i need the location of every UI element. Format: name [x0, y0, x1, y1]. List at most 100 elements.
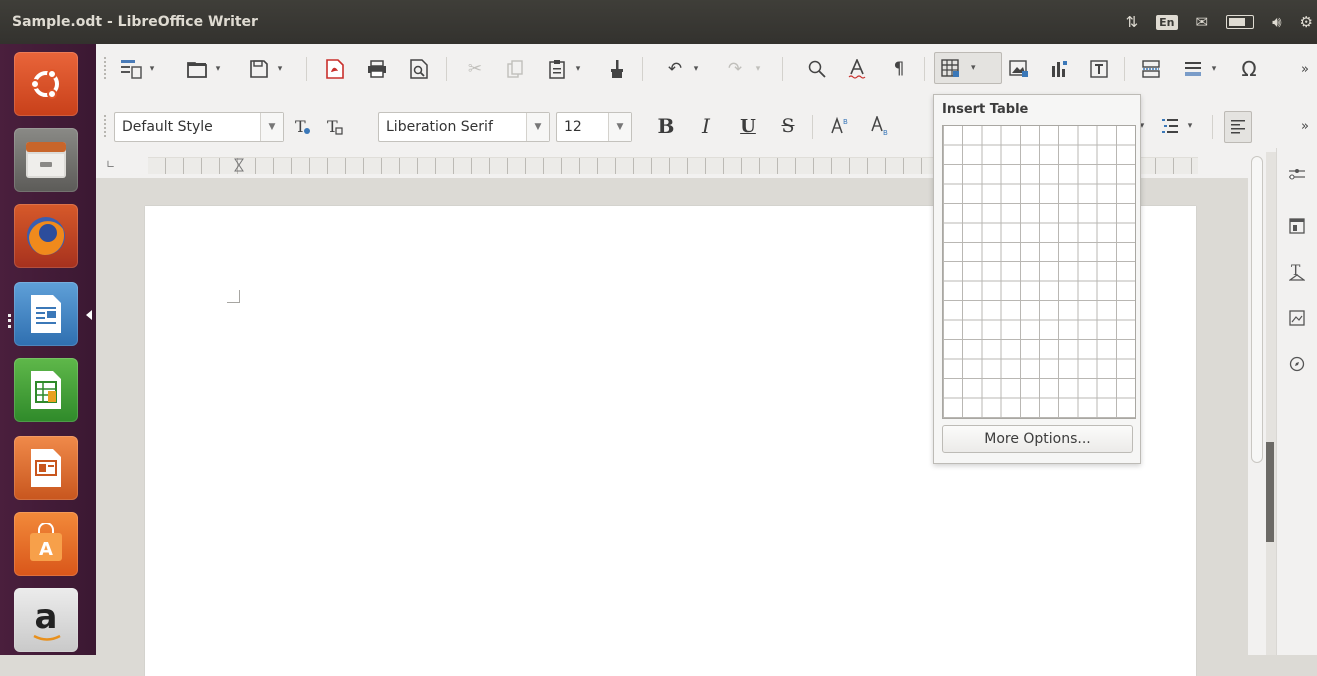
print-preview-icon[interactable]	[406, 54, 432, 84]
font-name-combo[interactable]: Liberation Serif ▼	[378, 112, 550, 142]
focused-indicator	[86, 310, 92, 320]
amazon-icon[interactable]: a	[14, 588, 78, 652]
italic-icon[interactable]: I	[692, 111, 720, 141]
chevron-down-icon[interactable]: ▼	[526, 113, 549, 141]
redo-dropdown-arrow[interactable]: ▾	[752, 54, 764, 84]
insert-table-title: Insert Table	[942, 102, 1029, 117]
spelling-icon[interactable]	[844, 54, 870, 84]
undo-dropdown-arrow[interactable]: ▾	[690, 54, 702, 84]
underline-icon[interactable]: U	[734, 111, 762, 141]
table-size-grid[interactable]	[942, 125, 1136, 419]
font-size-combo[interactable]: 12 ▼	[556, 112, 632, 142]
font-name-value: Liberation Serif	[386, 119, 493, 135]
gallery-deck-icon[interactable]	[1283, 304, 1311, 332]
list-style-icon[interactable]	[1156, 111, 1184, 141]
vertical-scrollbar[interactable]	[1248, 152, 1266, 655]
amazon-logo-letter: a	[34, 597, 58, 637]
battery-icon[interactable]	[1226, 15, 1255, 29]
superscript-icon[interactable]: B	[826, 111, 854, 141]
toolbar-separator	[642, 57, 643, 81]
text-boundary-corner	[227, 290, 240, 303]
insert-chart-icon[interactable]	[1046, 54, 1072, 84]
toolbar-overflow-icon[interactable]: »	[1292, 54, 1317, 84]
navigator-deck-icon[interactable]	[1283, 350, 1311, 378]
window-title: Sample.odt - LibreOffice Writer	[12, 14, 258, 30]
sidebar-collapse-handle[interactable]	[1266, 442, 1274, 542]
paragraph-style-combo[interactable]: Default Style ▼	[114, 112, 284, 142]
libreoffice-impress-icon[interactable]	[14, 436, 78, 500]
save-icon[interactable]	[246, 54, 272, 84]
svg-text:B: B	[843, 118, 848, 126]
cut-icon[interactable]: ✂	[462, 54, 488, 84]
strikethrough-icon[interactable]: S	[774, 111, 802, 141]
libreoffice-writer-icon[interactable]	[14, 282, 78, 346]
keyboard-layout-indicator[interactable]: En	[1156, 14, 1178, 30]
insert-page-break-icon[interactable]	[1138, 54, 1164, 84]
insert-table-dropdown-arrow[interactable]: ▾	[971, 63, 976, 73]
find-replace-icon[interactable]	[804, 54, 830, 84]
toolbar-overflow-icon[interactable]: »	[1292, 111, 1317, 141]
properties-deck-icon[interactable]	[1283, 212, 1311, 240]
update-style-icon[interactable]: T	[288, 111, 316, 141]
toolbar-separator	[782, 57, 783, 81]
ubuntu-dash-icon[interactable]	[14, 52, 78, 116]
bold-icon[interactable]: B	[652, 111, 680, 141]
insert-table-popup: Insert Table More Options...	[933, 94, 1141, 464]
copy-icon[interactable]	[502, 54, 528, 84]
styles-deck-icon[interactable]: T	[1283, 258, 1311, 286]
special-character-icon[interactable]: Ω	[1236, 54, 1262, 84]
new-dropdown-arrow[interactable]: ▾	[146, 54, 158, 84]
export-pdf-icon[interactable]	[322, 54, 348, 84]
mail-icon[interactable]: ✉	[1196, 13, 1209, 31]
insert-text-box-icon[interactable]	[1086, 54, 1112, 84]
save-dropdown-arrow[interactable]: ▾	[274, 54, 286, 84]
standard-toolbar: ▾ ▾ ▾ ✂ ▾ ↶ ▾ ↷ ▾ ¶ ▾ ▾ Ω »	[96, 44, 1317, 94]
clone-formatting-icon[interactable]	[604, 54, 630, 84]
paste-dropdown-arrow[interactable]: ▾	[572, 54, 584, 84]
font-size-value: 12	[564, 119, 582, 135]
firefox-icon[interactable]	[14, 204, 78, 268]
ubuntu-software-icon[interactable]: A	[14, 512, 78, 576]
list-dropdown-arrow[interactable]: ▾	[1184, 111, 1196, 141]
files-icon[interactable]	[14, 128, 78, 192]
toolbar-separator	[812, 115, 813, 139]
insert-field-dropdown-arrow[interactable]: ▾	[1208, 54, 1220, 84]
formatting-marks-icon[interactable]: ¶	[886, 54, 912, 84]
tab-type-selector[interactable]: ∟	[106, 158, 115, 171]
sidebar-menu-icon[interactable]	[1283, 160, 1311, 188]
sidebar-splitter[interactable]	[1266, 152, 1276, 655]
scrollbar-thumb[interactable]	[1251, 156, 1263, 463]
paragraph-style-value: Default Style	[122, 119, 213, 135]
open-folder-icon[interactable]	[184, 54, 210, 84]
insert-image-icon[interactable]	[1006, 54, 1032, 84]
insert-table-button[interactable]: ▾	[934, 52, 1002, 84]
undo-icon[interactable]: ↶	[662, 54, 688, 84]
paste-icon[interactable]	[544, 54, 570, 84]
open-dropdown-arrow[interactable]: ▾	[212, 54, 224, 84]
indent-marker-icon[interactable]	[234, 158, 244, 172]
redo-icon[interactable]: ↷	[722, 54, 748, 84]
print-icon[interactable]	[364, 54, 390, 84]
sidebar-tab-bar: T	[1276, 148, 1317, 655]
toolbar-separator	[306, 57, 307, 81]
align-left-icon[interactable]	[1224, 111, 1252, 143]
svg-text:B: B	[883, 129, 888, 136]
new-document-icon[interactable]	[118, 54, 144, 84]
system-indicators: ⇅ En ✉ 🔊︎ ⚙	[1126, 0, 1313, 44]
more-options-button[interactable]: More Options...	[942, 425, 1133, 453]
window-title-bar: Sample.odt - LibreOffice Writer ⇅ En ✉ 🔊…	[0, 0, 1317, 44]
settings-gear-icon[interactable]: ⚙	[1300, 13, 1313, 31]
chevron-down-icon[interactable]: ▼	[608, 113, 631, 141]
toolbar-grip[interactable]	[104, 115, 109, 137]
volume-icon[interactable]: 🔊︎	[1272, 13, 1281, 31]
toolbar-separator	[1124, 57, 1125, 81]
subscript-icon[interactable]: B	[866, 111, 894, 141]
chevron-down-icon[interactable]: ▼	[260, 113, 283, 141]
network-icon[interactable]: ⇅	[1126, 13, 1139, 31]
toolbar-grip[interactable]	[104, 57, 109, 79]
toolbar-separator	[446, 57, 447, 81]
new-style-icon[interactable]: T	[320, 111, 348, 141]
libreoffice-calc-icon[interactable]	[14, 358, 78, 422]
insert-field-icon[interactable]	[1180, 54, 1206, 84]
toolbar-separator	[924, 57, 925, 81]
